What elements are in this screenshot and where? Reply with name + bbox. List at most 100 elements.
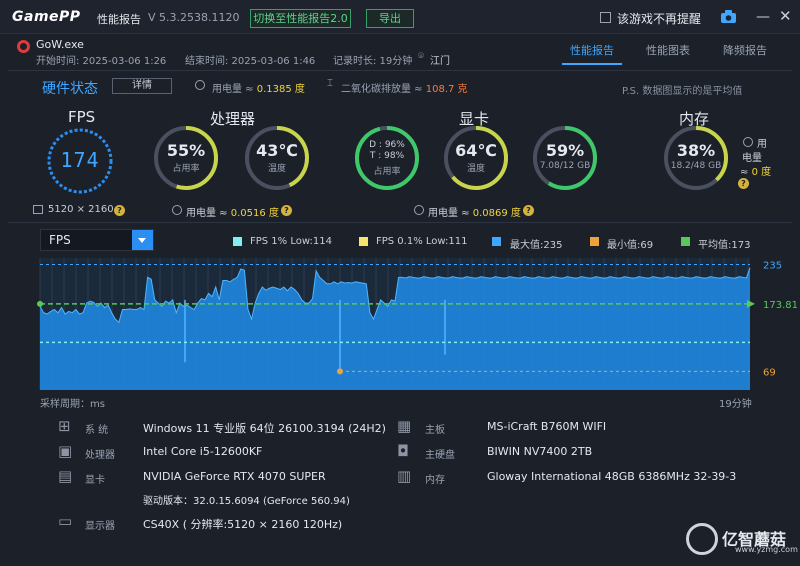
monitor-icon: ▭ [58,512,73,530]
record-duration: 记录时长: 19分钟 [333,56,413,67]
legend-1pct-low: FPS 1% Low:114 [250,236,332,247]
cpu-usage-value: 55% [166,141,206,160]
switch-report-button[interactable]: 切换至性能报告2.0 [250,9,351,28]
tab-performance-chart[interactable]: 性能图表 [646,42,690,58]
no-more-remind-label[interactable]: 该游戏不再提醒 [617,10,701,27]
power-icon [195,80,205,90]
help-icon[interactable]: ? [738,178,749,189]
gpu-temp-gauge: 64℃ 温度 [441,123,511,193]
avg-start-point [37,300,43,307]
monitor-icon [33,205,43,214]
memory-power-label-1: 用 [757,139,767,150]
app-name: 性能报告 [97,13,141,26]
cpu-power-value: 0.0516 度 [230,208,279,219]
gpu-icon: ▤ [58,467,73,485]
divider [8,70,792,71]
gpu-temp-label: 温度 [466,164,485,174]
disk-value: BIWIN NV7400 2TB [487,445,593,458]
gpu-label: 显卡 [85,475,105,486]
cpu-power: 用电量 ≈ 0.0516 度 [186,208,279,219]
tab-throttle-report[interactable]: 降频报告 [723,42,767,58]
minimize-icon[interactable]: — [756,9,770,25]
gpu-vram-value: 59% [545,141,585,160]
export-button[interactable]: 导出 [366,9,414,28]
chevron-down-icon[interactable] [132,230,153,250]
total-power-value: 0.1385 度 [256,84,305,95]
fps-gauge: 174 [45,126,115,196]
memory-power: ≈ 0 度 [740,167,772,178]
end-time: 结束时间: 2025-03-06 1:46 [185,56,316,67]
no-more-remind-checkbox[interactable] [600,12,611,23]
hardware-status-title: 硬件状态 [42,81,98,97]
gpu-t-usage: T : 98% [369,151,405,161]
gpu-vram-gauge: 59% 7.08/12 GB [530,123,600,193]
watermark-logo-icon [686,523,718,555]
os-label: 系 统 [85,425,109,436]
memory-icon: ▥ [397,467,412,485]
metric-select[interactable]: FPS [40,229,154,251]
memory-usage-label: 18.2/48 GB [670,161,722,171]
avg-arrow [747,299,755,308]
cpu-temp-value: 43℃ [256,141,298,160]
monitor-label: 显示器 [85,521,115,532]
cpu-label: 处理器 [85,450,115,461]
memory-usage-gauge: 38% 18.2/48 GB [661,123,731,193]
windows-icon: ⊞ [58,417,71,435]
cpu-usage-label: 占用率 [172,164,200,174]
location-pin-icon: ⌾ [418,51,424,62]
camera-icon[interactable] [721,10,736,26]
help-icon[interactable]: ? [114,205,125,216]
fps-section-title: FPS [68,108,96,126]
details-button[interactable]: 详情 [112,78,172,94]
gpu-vram-label: 7.08/12 GB [539,161,591,171]
start-time: 开始时间: 2025-03-06 1:26 [36,56,167,67]
game-icon [17,40,30,53]
board-label: 主板 [425,425,445,436]
gpu-power: 用电量 ≈ 0.0869 度 [428,208,521,219]
avg-value-label: 173.81 [763,300,798,311]
legend-swatch-avg [681,237,690,246]
app-version: V 5.3.2538.1120 [148,11,240,24]
app-logo: GamePP [12,9,81,25]
watermark-url: www.yzmg.com [735,545,798,554]
legend-swatch-01pct-low [359,237,368,246]
os-value: Windows 11 专业版 64位 26100.3194 (24H2) [143,422,386,435]
active-tab-indicator [562,63,622,65]
close-icon[interactable]: ✕ [779,7,792,25]
power-icon [414,205,424,215]
cpu-usage-gauge: 55% 占用率 [151,123,221,193]
legend-swatch-max [492,237,501,246]
x-axis-left-label: 采样周期：ms [40,399,105,410]
gpu-power-value: 0.0869 度 [472,208,521,219]
x-axis-right-label: 19分钟 [719,399,752,410]
gpu-temp-value: 64℃ [455,141,497,160]
co2-emission: 二氧化碳排放量 ≈ 108.7 克 [341,84,468,95]
board-value: MS-iCraft B760M WIFI [487,420,607,433]
gpu-value: NVIDIA GeForce RTX 4070 SUPER [143,470,326,483]
motherboard-icon: ▦ [397,417,412,435]
co2-value: 108.7 克 [425,84,468,95]
legend-swatch-min [590,237,599,246]
memory-value: Gloway International 48GB 6386MHz 32-39-… [487,470,737,483]
gpu-usage-label: 占用率 [373,167,401,177]
legend-min: 最小值:69 [607,240,654,251]
tab-performance-report[interactable]: 性能报告 [570,42,614,58]
min-value-label: 69 [763,367,776,378]
legend-01pct-low: FPS 0.1% Low:111 [376,236,468,247]
help-icon[interactable]: ? [281,205,292,216]
fps-value: 174 [60,148,100,172]
memory-power-value: 0 度 [751,167,772,178]
help-icon[interactable]: ? [523,205,534,216]
gpu-usage-gauge: D : 96% T : 98% 占用率 [352,123,422,193]
cpu-icon: ▣ [58,442,73,460]
legend-swatch-1pct-low [233,237,242,246]
resolution: 5120 × 2160 [48,204,114,215]
memory-power-label-2: 电量 [742,153,762,164]
game-name: GoW.exe [36,38,84,51]
power-icon [743,137,753,147]
fps-chart[interactable]: 235 173.81 69 [30,258,800,398]
memory-label: 内存 [425,475,445,486]
cpu-value: Intel Core i5-12600KF [143,445,263,458]
driver-version: 驱动版本：32.0.15.6094 (GeForce 560.94) [143,496,350,507]
average-note: P.S. 数据图显示的是平均值 [622,86,743,97]
